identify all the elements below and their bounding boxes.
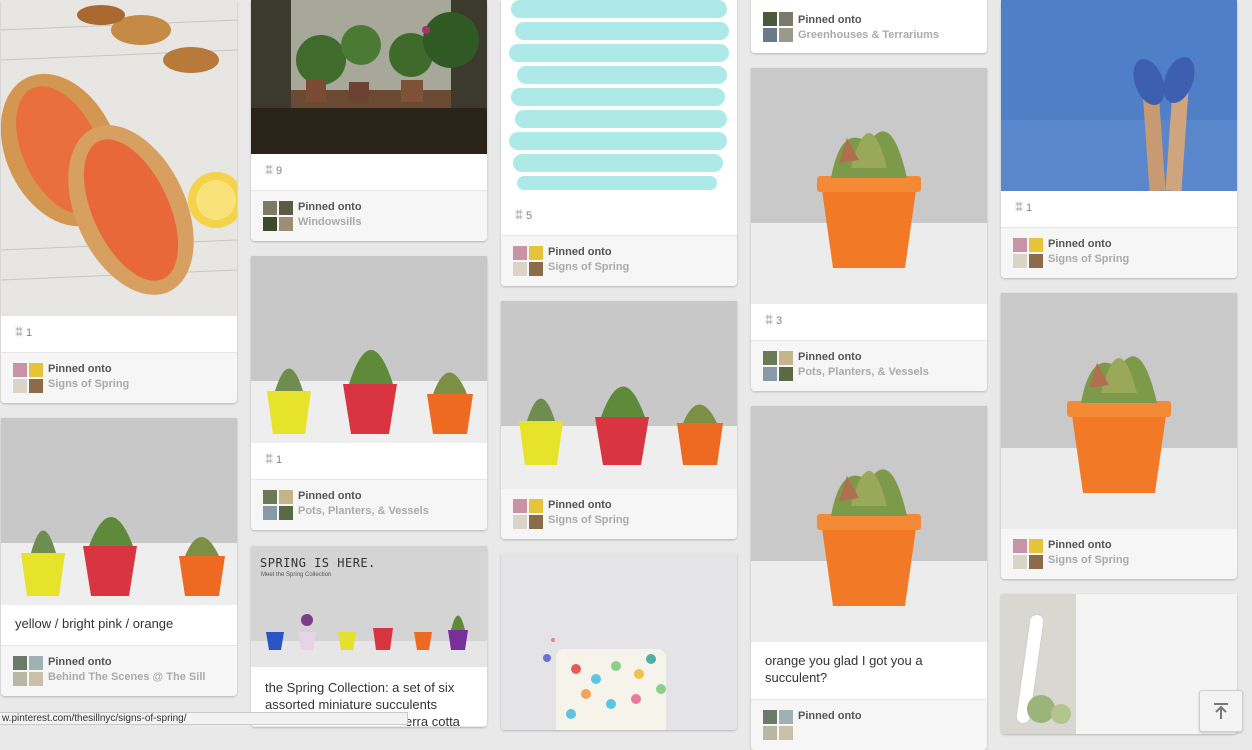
pin-icon: ⁑⁑	[765, 316, 773, 327]
pinned-onto-attribution[interactable]: Pinned onto Pots, Planters, & Vessels	[751, 341, 987, 391]
repin-count[interactable]: ⁑⁑ 5	[501, 199, 737, 236]
board-thumbnails	[13, 363, 43, 393]
pin-image-watercolor-stripes[interactable]	[501, 0, 737, 199]
pinned-onto-attribution[interactable]: Pinned onto Signs of Spring	[501, 236, 737, 286]
pinned-onto-attribution[interactable]: Pinned onto Signs of Spring	[1001, 529, 1237, 579]
board-link[interactable]: Behind The Scenes @ The Sill	[48, 671, 205, 683]
pinned-onto-attribution[interactable]: Pinned onto Signs of Spring	[1, 353, 237, 403]
pinned-onto-attribution[interactable]: Pinned onto Windowsills	[251, 191, 487, 241]
pinned-onto-attribution[interactable]: Pinned onto Signs of Spring	[1001, 228, 1237, 278]
board-link[interactable]: Signs of Spring	[548, 261, 629, 273]
board-link[interactable]: Windowsills	[298, 216, 361, 228]
pinned-onto-label: Pinned onto	[48, 363, 112, 375]
arrow-up-to-top-icon	[1214, 703, 1228, 719]
pinned-onto-label: Pinned onto	[548, 246, 612, 258]
pinned-onto-attribution[interactable]: Pinned onto Behind The Scenes @ The Sill	[1, 646, 237, 696]
link-status-bar: w.pinterest.com/thesillnyc/signs-of-spri…	[0, 712, 408, 725]
repin-count[interactable]: ⁑⁑ 3	[751, 304, 987, 341]
pin-card[interactable]: ⁑⁑ 1 Pinned onto Signs of Spring	[1, 0, 237, 403]
board-thumbnails	[763, 710, 793, 740]
repin-count[interactable]: ⁑⁑ 1	[251, 443, 487, 480]
pin-description: yellow / bright pink / orange	[1, 605, 237, 646]
pin-card[interactable]: ⁑⁑ 9 Pinned onto Windowsills	[251, 0, 487, 241]
pin-image-succulents-trio[interactable]	[251, 256, 487, 443]
pinned-onto-label: Pinned onto	[298, 490, 362, 502]
board-thumbnails	[763, 351, 793, 381]
pin-image-orange-pot-succulent[interactable]	[751, 406, 987, 642]
board-link[interactable]: Greenhouses & Terrariums	[798, 29, 939, 41]
board-thumbnails	[513, 246, 543, 276]
repin-count[interactable]: ⁑⁑ 9	[251, 154, 487, 191]
pinned-onto-attribution[interactable]: Pinned onto Signs of Spring	[501, 489, 737, 539]
pin-card[interactable]: ⁑⁑ 1 Pinned onto Signs of Spring	[1001, 0, 1237, 278]
pin-card[interactable]: yellow / bright pink / orange Pinned ont…	[1, 418, 237, 696]
pinned-onto-attribution[interactable]: Pinned onto Pots, Planters, & Vessels	[251, 480, 487, 530]
pin-image-spring-collection[interactable]: SPRING IS HERE. Meet the Spring Collecti…	[251, 546, 487, 667]
pinned-onto-label: Pinned onto	[548, 499, 612, 511]
pinned-onto-label: Pinned onto	[1048, 238, 1112, 250]
pin-icon: ⁑⁑	[265, 455, 273, 466]
board-thumbnails	[513, 499, 543, 529]
pin-image-legs-in-sky[interactable]	[1001, 0, 1237, 191]
board-link[interactable]: Pots, Planters, & Vessels	[298, 505, 429, 517]
pinned-onto-attribution[interactable]: Pinned onto	[751, 700, 987, 750]
pinned-onto-label: Pinned onto	[298, 201, 362, 213]
pinned-onto-attribution[interactable]: Pinned onto Greenhouses & Terrariums	[751, 0, 987, 53]
pin-card[interactable]	[501, 554, 737, 730]
pin-icon: ⁑⁑	[1015, 203, 1023, 214]
board-thumbnails	[263, 201, 293, 231]
pin-card[interactable]: Pinned onto Greenhouses & Terrariums	[751, 0, 987, 53]
pin-image-orange-pot-succulent[interactable]	[751, 68, 987, 304]
repin-count[interactable]: ⁑⁑ 1	[1, 316, 237, 353]
pin-image-orange-pot-succulent[interactable]	[1001, 293, 1237, 529]
repin-count[interactable]: ⁑⁑ 1	[1001, 191, 1237, 228]
pin-card[interactable]: ⁑⁑ 5 Pinned onto Signs of Spring	[501, 0, 737, 286]
pin-image-confetti-box[interactable]	[501, 554, 737, 730]
pinned-onto-label: Pinned onto	[1048, 539, 1112, 551]
pin-image-windowsill-plants[interactable]	[251, 0, 487, 154]
board-thumbnails	[1013, 238, 1043, 268]
pin-card[interactable]: SPRING IS HERE. Meet the Spring Collecti…	[251, 546, 487, 727]
pinned-onto-label: Pinned onto	[798, 351, 862, 363]
board-link[interactable]: Signs of Spring	[48, 378, 129, 390]
pinned-onto-label: Pinned onto	[798, 14, 862, 26]
board-thumbnails	[13, 656, 43, 686]
pinned-onto-label: Pinned onto	[798, 710, 862, 722]
board-link[interactable]: Signs of Spring	[1048, 554, 1129, 566]
pin-icon: ⁑⁑	[515, 211, 523, 222]
pin-image-succulents-trio[interactable]	[1, 418, 237, 605]
pin-image-lobster-rolls[interactable]	[1, 0, 237, 316]
pin-card[interactable]: ⁑⁑ 1 Pinned onto Pots, Planters, & Vessel…	[251, 256, 487, 530]
pinned-onto-label: Pinned onto	[48, 656, 112, 668]
board-thumbnails	[1013, 539, 1043, 569]
pin-image-succulents-trio[interactable]	[501, 301, 737, 489]
board-thumbnails	[263, 490, 293, 520]
pin-description: orange you glad I got you a succulent?	[751, 642, 987, 700]
pin-card[interactable]: orange you glad I got you a succulent? P…	[751, 406, 987, 750]
board-link[interactable]: Pots, Planters, & Vessels	[798, 366, 929, 378]
board-thumbnails	[763, 12, 793, 42]
pin-card[interactable]: ⁑⁑ 3 Pinned onto Pots, Planters, & Vessel…	[751, 68, 987, 391]
pin-icon: ⁑⁑	[15, 328, 23, 339]
scroll-to-top-button[interactable]	[1199, 690, 1243, 732]
pin-icon: ⁑⁑	[265, 166, 273, 177]
board-link[interactable]: Signs of Spring	[548, 514, 629, 526]
board-link[interactable]: Signs of Spring	[1048, 253, 1129, 265]
pin-card[interactable]: Pinned onto Signs of Spring	[1001, 293, 1237, 579]
pin-card[interactable]: Pinned onto Signs of Spring	[501, 301, 737, 539]
